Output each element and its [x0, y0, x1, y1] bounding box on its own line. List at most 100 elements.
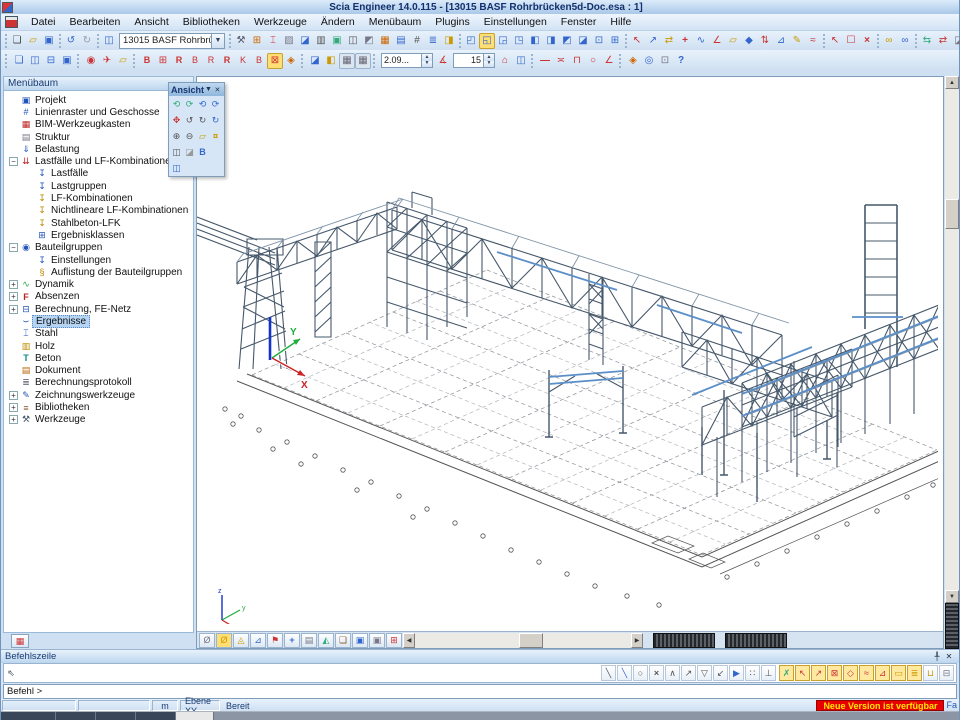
calculator-icon[interactable]: #	[409, 33, 425, 49]
shading-icon[interactable]: ◭	[318, 633, 334, 648]
redo-button[interactable]: ↻	[79, 33, 95, 49]
align-icon[interactable]: ⇅	[757, 33, 773, 49]
tree-lastfaelle-lf-kombinationen[interactable]: − ⇊ Lastfälle und LF-Kombinationen	[6, 155, 193, 167]
docked-panel-tab[interactable]: ▦	[11, 634, 29, 648]
status-unit[interactable]: m	[152, 700, 178, 711]
report-icon[interactable]: ≣	[425, 33, 441, 49]
tree-bim-werkzeugkasten[interactable]: ▦ BIM-Werkzeugkasten	[6, 119, 193, 131]
tree-lastfaelle[interactable]: ↧ Lastfälle	[6, 168, 193, 180]
snap-orthogonal-icon[interactable]: ◇	[843, 665, 858, 681]
menu-werkzeuge[interactable]: Werkzeuge	[247, 15, 314, 29]
view-preset-7[interactable]: ◩	[559, 33, 575, 49]
tree-lastgruppen[interactable]: ↧ Lastgruppen	[6, 180, 193, 192]
view-preset-6[interactable]: ◨	[543, 33, 559, 49]
menu-einstellungen[interactable]: Einstellungen	[477, 15, 554, 29]
tree-expander[interactable]: +	[9, 292, 18, 301]
tree-bauteilgruppen[interactable]: − ◉ Bauteilgruppen	[6, 242, 193, 254]
image-icon[interactable]: ▣	[329, 33, 345, 49]
tree-expander[interactable]: +	[9, 403, 18, 412]
pin-icon[interactable]: ╀	[931, 652, 943, 661]
deactivate-selection-icon[interactable]: ⇄	[935, 33, 951, 49]
circle-display-icon[interactable]: ○	[585, 53, 601, 69]
gallery-book-icon[interactable]: ❏	[335, 633, 351, 648]
smooth-icon[interactable]: ≈	[805, 33, 821, 49]
open-file-button[interactable]: ▱	[25, 33, 41, 49]
save-button[interactable]: ▣	[41, 33, 57, 49]
tree-absenzen[interactable]: + F Absenzen	[6, 291, 193, 303]
curve-icon[interactable]: ∿	[693, 33, 709, 49]
snap-grid-icon[interactable]: ≣	[907, 665, 922, 681]
select-cursor-icon[interactable]: ▶	[729, 665, 744, 681]
tree-nichtlineare-lf-kombinationen[interactable]: ↧ Nichtlineare LF-Kombinationen	[6, 205, 193, 217]
view-preset-9[interactable]: ⊡	[591, 33, 607, 49]
library-blocks-icon[interactable]: ⊞	[249, 33, 265, 49]
tree-expander[interactable]	[25, 194, 34, 203]
polygon-icon[interactable]: ▱	[725, 33, 741, 49]
fly-mode-icon[interactable]: ✈	[99, 53, 115, 69]
help-whatis-icon[interactable]: ?	[673, 53, 689, 69]
close-icon[interactable]: ✕	[943, 652, 955, 661]
section-display-icon[interactable]: ⊓	[569, 53, 585, 69]
toolbar-grip[interactable]	[301, 54, 305, 68]
find-icon[interactable]: ◎	[641, 53, 657, 69]
tree-ergebnisse[interactable]: ⌣ Ergebnisse	[6, 315, 193, 327]
toolbar-grip[interactable]	[915, 34, 917, 48]
tree-expander[interactable]: +	[9, 305, 18, 314]
docked-toolbar-collapsed-3[interactable]	[945, 603, 959, 649]
toolbar-grip[interactable]	[229, 34, 231, 48]
scale-step-icon[interactable]: ∡	[435, 53, 451, 69]
menu-fenster[interactable]: Fenster	[554, 15, 604, 29]
toolbar-grip[interactable]	[877, 34, 879, 48]
ansicht-dropdown-icon[interactable]: ▼	[204, 86, 213, 93]
tree-linienraster[interactable]: # Linienraster und Geschosse	[6, 106, 193, 118]
scale-spinner[interactable]: 2.09... ▲▼	[381, 53, 433, 68]
view-along-x-icon[interactable]: ⟲	[170, 97, 183, 111]
tree-berechnung-fe-netz[interactable]: + ⊟ Berechnung, FE-Netz	[6, 303, 193, 315]
taskbar-segment[interactable]	[96, 712, 136, 720]
ruler-snap-icon[interactable]: ⊥	[761, 665, 776, 681]
view-preset-5[interactable]: ◧	[527, 33, 543, 49]
status-plane[interactable]: Ebene XY	[180, 700, 220, 711]
snap-polyline-icon[interactable]: ≈	[859, 665, 874, 681]
tree-berechnungsprotokoll[interactable]: ≣ Berechnungsprotokoll	[6, 377, 193, 389]
light-settings-icon[interactable]: ¤	[209, 129, 222, 143]
mirror-icon[interactable]: ⇄	[661, 33, 677, 49]
tree-dynamik[interactable]: + ∿ Dynamik	[6, 278, 193, 290]
grid-snap-icon[interactable]: ∷	[745, 665, 760, 681]
view-preset-4[interactable]: ◳	[511, 33, 527, 49]
hscroll-right-arrow[interactable]: ▶	[631, 633, 643, 648]
toolbar-grip[interactable]	[531, 54, 535, 68]
numbering-icon[interactable]: ◫	[513, 53, 529, 69]
tree-expander[interactable]	[9, 145, 18, 154]
tree-expander[interactable]	[9, 354, 18, 363]
measure-tool-icon[interactable]: ⊔	[923, 665, 938, 681]
trim-icon[interactable]: ⊿	[773, 33, 789, 49]
move-node-icon[interactable]: ↖	[629, 33, 645, 49]
tree-expander[interactable]: −	[9, 157, 18, 166]
copy-member-icon[interactable]: ↗	[645, 33, 661, 49]
move-ucs-icon[interactable]: +	[284, 633, 300, 648]
command-line-titlebar[interactable]: Befehlszeile ╀ ✕	[1, 650, 959, 663]
supports-display-icon[interactable]: ≍	[553, 53, 569, 69]
clip-box-off-icon[interactable]: Ø	[199, 633, 215, 648]
picture-1-icon[interactable]: ▣	[352, 633, 368, 648]
show-loads-toggle[interactable]: B	[187, 53, 203, 69]
vscroll-down-arrow[interactable]: ▼	[945, 590, 959, 603]
hscroll-thumb[interactable]	[519, 633, 543, 648]
rotate-left-icon[interactable]: ↺	[183, 113, 196, 127]
snap-intersection-icon[interactable]: ⊠	[827, 665, 842, 681]
tree-expander[interactable]	[9, 378, 18, 387]
undo-button[interactable]: ↺	[63, 33, 79, 49]
toolbar-grip[interactable]	[59, 34, 61, 48]
perspective-toggle-icon[interactable]: ◫	[170, 161, 183, 175]
toolbar-grip[interactable]	[823, 34, 825, 48]
window-new-icon[interactable]: ▣	[59, 53, 75, 69]
tree-belastung[interactable]: ⇓ Belastung	[6, 143, 193, 155]
tree-expander[interactable]	[25, 206, 34, 215]
show-nodes-toggle[interactable]: B	[139, 53, 155, 69]
view-preset-3[interactable]: ◲	[495, 33, 511, 49]
print-view-icon[interactable]: ◫	[170, 145, 183, 159]
toolbar-grip[interactable]	[97, 34, 99, 48]
show-axes-icon[interactable]: ⊿	[250, 633, 266, 648]
view-along-y-icon[interactable]: ⟳	[183, 97, 196, 111]
